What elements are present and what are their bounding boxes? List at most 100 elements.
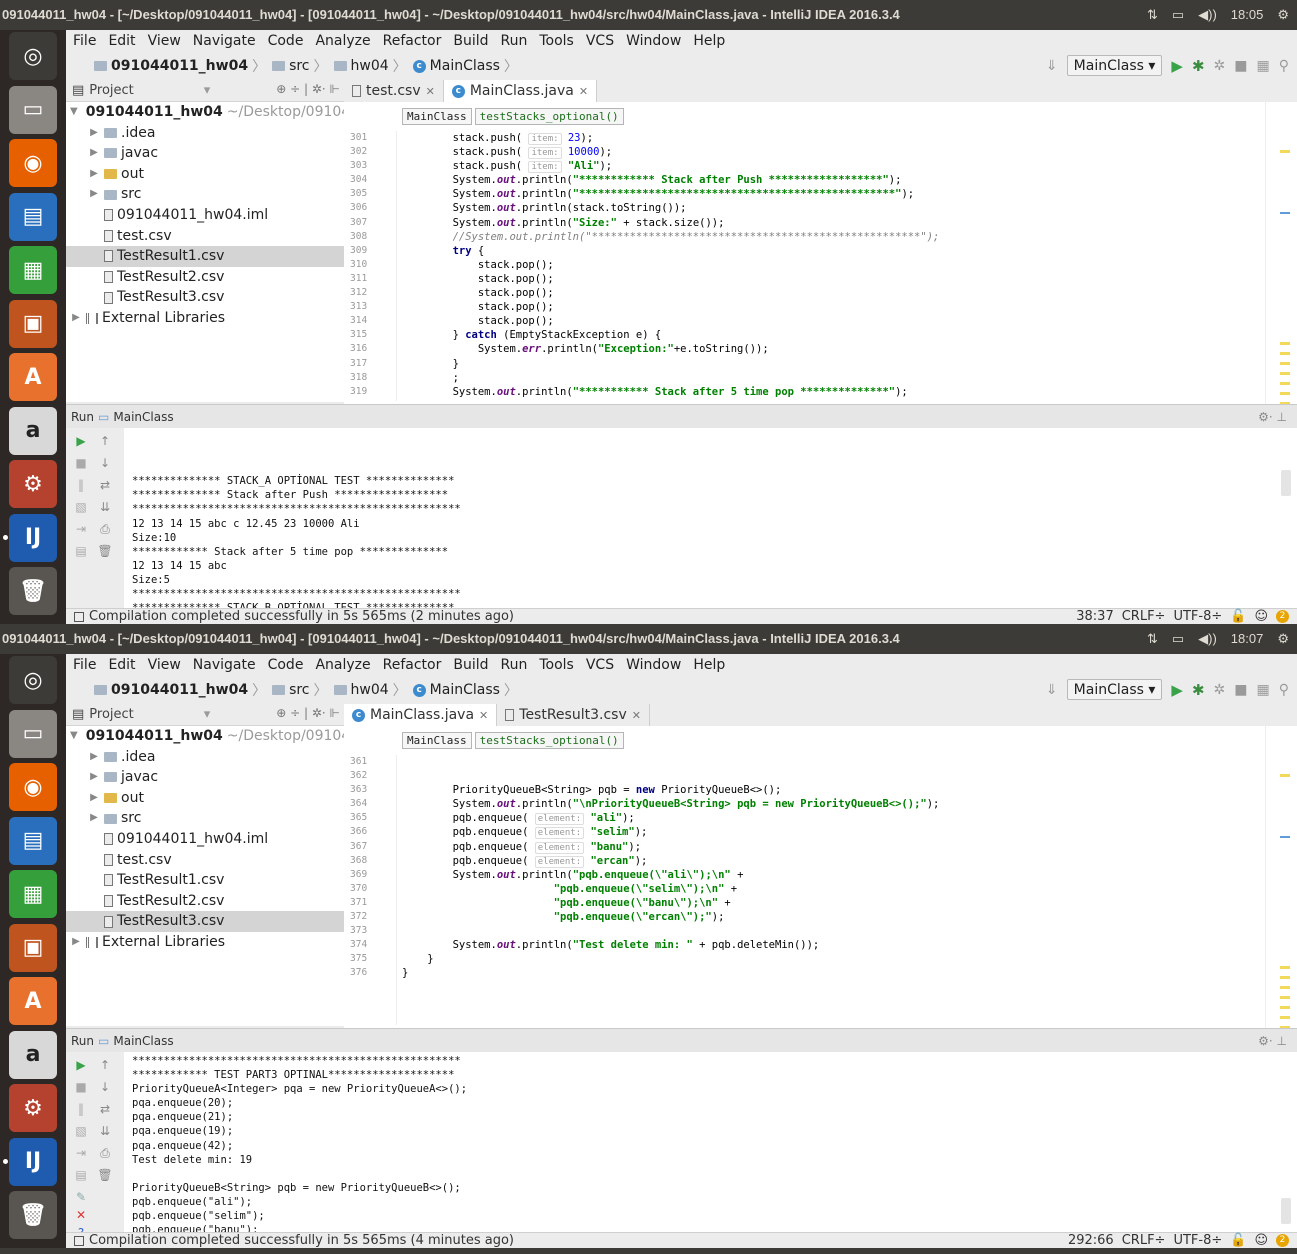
- firefox-icon[interactable]: ◉: [9, 139, 57, 187]
- tree-item[interactable]: ▶ javac: [66, 143, 344, 164]
- console-scrollbar[interactable]: [1281, 470, 1291, 496]
- warning-marker[interactable]: [1280, 976, 1290, 979]
- nav-crumb[interactable]: 091044011_hw04 〉: [94, 680, 266, 700]
- dump-icon[interactable]: ▧: [72, 500, 90, 514]
- change-marker[interactable]: [1280, 836, 1290, 838]
- debug-icon[interactable]: ✱: [1192, 681, 1205, 699]
- run-icon[interactable]: ▶: [1171, 681, 1183, 699]
- dump-icon[interactable]: ▧: [72, 1124, 90, 1138]
- status-toggle-icon[interactable]: [74, 611, 84, 622]
- power-icon[interactable]: ⚙: [1277, 624, 1289, 654]
- calc-icon[interactable]: ▦: [9, 870, 57, 918]
- up-icon[interactable]: ↑: [96, 434, 114, 448]
- settings-icon[interactable]: ⚙: [9, 460, 57, 508]
- clock[interactable]: 18:07: [1231, 624, 1264, 654]
- console-output[interactable]: ****************************************…: [124, 1052, 1297, 1232]
- print-icon[interactable]: ⎙: [96, 522, 114, 537]
- file-encoding[interactable]: UTF-8÷: [1173, 609, 1222, 625]
- expand-right-icon[interactable]: ▶: [70, 308, 82, 329]
- calc-icon[interactable]: ▦: [9, 246, 57, 294]
- editor-breadcrumb-item[interactable]: MainClass: [402, 108, 472, 125]
- intellij-icon[interactable]: IJ: [9, 1137, 57, 1186]
- inspector-icon[interactable]: ☺: [1254, 609, 1268, 625]
- close-icon[interactable]: ✕: [426, 85, 435, 98]
- tree-item[interactable]: 091044011_hw04.iml: [66, 829, 344, 850]
- expand-down-icon[interactable]: ▼: [70, 102, 78, 123]
- nav-crumb[interactable]: hw04 〉: [333, 680, 407, 700]
- project-tools[interactable]: ⊕ ÷ | ✲· ⊩: [276, 706, 340, 720]
- tree-item[interactable]: ▶ .idea: [66, 123, 344, 144]
- gear-icon[interactable]: ⚙· ⊥: [1258, 410, 1287, 424]
- cursor-position[interactable]: 292:66: [1068, 1233, 1114, 1249]
- expand-right-icon[interactable]: ▶: [88, 123, 100, 144]
- tree-item[interactable]: TestResult1.csv: [66, 870, 344, 891]
- menu-item[interactable]: Build: [453, 33, 488, 49]
- project-structure-icon[interactable]: ▦: [1257, 682, 1270, 698]
- tree-item[interactable]: ▶ javac: [66, 767, 344, 788]
- clock[interactable]: 18:05: [1231, 0, 1264, 30]
- project-label[interactable]: Project: [89, 83, 133, 98]
- files-icon[interactable]: ▭: [9, 709, 57, 758]
- expand-right-icon[interactable]: ▶: [88, 808, 100, 829]
- gear-icon[interactable]: ⚙· ⊥: [1258, 1034, 1287, 1048]
- battery-icon[interactable]: ▭: [1172, 0, 1184, 30]
- warning-marker[interactable]: [1280, 352, 1290, 355]
- run-config-select[interactable]: MainClass ▾: [1066, 55, 1163, 76]
- nav-crumb[interactable]: c MainClass 〉: [412, 680, 518, 700]
- down-icon[interactable]: ↓: [96, 456, 114, 470]
- writer-icon[interactable]: ▤: [9, 192, 57, 241]
- wrap-icon[interactable]: ⇄: [96, 478, 114, 492]
- menu-item[interactable]: Edit: [108, 33, 135, 49]
- nav-crumb[interactable]: 091044011_hw04 〉: [94, 56, 266, 76]
- warning-marker[interactable]: [1280, 150, 1290, 153]
- tree-item[interactable]: ▼ 091044011_hw04 ~/Desktop/09104: [66, 726, 344, 747]
- amazon-icon[interactable]: a: [9, 406, 57, 455]
- expand-right-icon[interactable]: ▶: [88, 767, 100, 788]
- menu-item[interactable]: View: [148, 33, 181, 49]
- nav-crumb[interactable]: c MainClass 〉: [412, 56, 518, 76]
- code-editor[interactable]: MainClass testStacks_optional() 361 362 363 3…: [344, 726, 1297, 1039]
- warning-marker[interactable]: [1280, 986, 1290, 989]
- layout-icon[interactable]: ▤: [72, 1168, 90, 1182]
- tree-item[interactable]: TestResult2.csv: [66, 891, 344, 912]
- print-icon[interactable]: ⎙: [96, 1146, 114, 1161]
- trash-icon[interactable]: 🗑: [9, 1191, 57, 1239]
- warning-marker[interactable]: [1280, 372, 1290, 375]
- expand-right-icon[interactable]: ▶: [88, 143, 100, 164]
- scroll-end-icon[interactable]: ⇊: [96, 500, 114, 514]
- editor-breadcrumb-item[interactable]: testStacks_optional(): [474, 108, 624, 125]
- lock-icon[interactable]: 🔓: [1230, 1233, 1246, 1249]
- chevron-down-icon[interactable]: ▾: [204, 83, 211, 98]
- nav-crumb[interactable]: src 〉: [272, 56, 328, 76]
- menu-item[interactable]: View: [148, 657, 181, 673]
- writer-icon[interactable]: ▤: [9, 816, 57, 865]
- menu-item[interactable]: Navigate: [193, 33, 256, 49]
- editor-tab[interactable]: c MainClass.java ✕: [344, 704, 498, 726]
- menu-item[interactable]: Tools: [539, 657, 574, 673]
- tree-item[interactable]: ▶ out: [66, 164, 344, 185]
- menu-item[interactable]: Help: [693, 657, 725, 673]
- firefox-icon[interactable]: ◉: [9, 763, 57, 811]
- warning-marker[interactable]: [1280, 342, 1290, 345]
- menu-item[interactable]: Analyze: [315, 33, 370, 49]
- coverage-icon[interactable]: ✲: [1214, 682, 1226, 698]
- warning-marker[interactable]: [1280, 996, 1290, 999]
- trash-icon[interactable]: 🗑: [9, 567, 57, 615]
- menu-item[interactable]: Run: [501, 657, 528, 673]
- pause-icon[interactable]: ‖: [72, 1102, 90, 1116]
- stop-icon[interactable]: ■: [72, 456, 90, 470]
- stop-icon[interactable]: ■: [1234, 58, 1247, 74]
- tree-item[interactable]: ▼ 091044011_hw04 ~/Desktop/09104: [66, 102, 344, 123]
- menu-item[interactable]: Edit: [108, 657, 135, 673]
- impress-icon[interactable]: ▣: [9, 299, 57, 348]
- tree-item[interactable]: ▶ src: [66, 184, 344, 205]
- debug-icon[interactable]: ✱: [1192, 57, 1205, 75]
- tree-item[interactable]: ▶ .idea: [66, 747, 344, 768]
- layout-icon[interactable]: ▤: [72, 544, 90, 558]
- file-encoding[interactable]: UTF-8÷: [1173, 1233, 1222, 1249]
- files-icon[interactable]: ▭: [9, 85, 57, 134]
- run-config-select[interactable]: MainClass ▾: [1066, 679, 1163, 700]
- console-output[interactable]: ************** STACK_A OPTİONAL TEST ***…: [124, 428, 1297, 608]
- menu-item[interactable]: Help: [693, 33, 725, 49]
- tree-item[interactable]: TestResult1.csv: [66, 246, 344, 267]
